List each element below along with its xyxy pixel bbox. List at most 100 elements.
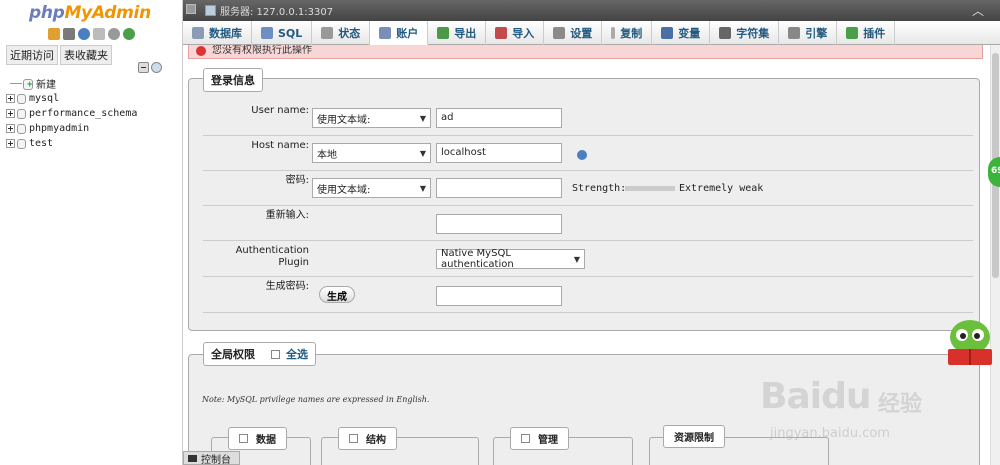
tree-item-test[interactable]: test [6,136,137,151]
tab-sql[interactable]: SQL [252,21,313,45]
authentication-plugin-label: Authentication Plugin [209,245,309,269]
collapse-nav-icon[interactable] [186,4,196,14]
auth-label-line-2: Plugin [278,257,309,268]
expand-icon[interactable] [6,109,15,118]
tab-label: 数据库 [209,27,242,40]
tab-export[interactable]: 导出 [428,21,487,45]
nav-icon-bar [48,28,135,40]
tab-label: 复制 [620,27,643,40]
user-name-type-select[interactable]: 使用文本域: ▼ [312,108,431,128]
retype-password-input[interactable] [436,214,562,234]
structure-privileges-checkbox[interactable] [349,434,358,443]
password-input[interactable] [436,178,562,198]
administration-privileges-checkbox[interactable] [521,434,530,443]
green-badge[interactable]: 69 [988,157,1000,187]
phpmyadmin-logo[interactable]: phpMyAdmin [29,3,151,23]
tab-user-accounts[interactable]: 账户 [370,21,429,45]
data-privileges-checkbox[interactable] [239,434,248,443]
select-all-label[interactable]: 全选 [286,346,308,362]
recent-tables-link[interactable]: 近期访问 [6,45,58,65]
tab-settings[interactable]: 设置 [544,21,603,45]
console-bar[interactable]: 控制台 [183,451,240,465]
select-value: 使用文本域: [317,114,371,126]
tab-import[interactable]: 导入 [486,21,545,45]
tree-item-performance-schema[interactable]: performance_schema [6,106,137,121]
tab-plugins[interactable]: 插件 [837,21,896,45]
database-icon [17,123,26,134]
console-label: 控制台 [201,454,231,465]
server-breadcrumb[interactable]: 服务器: 127.0.0.1:3307 [205,3,333,18]
nav-links: 近期访问 表收藏夹 [6,45,112,65]
import-icon [495,27,508,39]
chevron-up-icon[interactable]: ︿ [972,2,984,19]
tab-label: 变量 [678,27,701,40]
chevron-down-icon: ▼ [419,148,426,158]
tab-label: 导出 [454,27,477,40]
engine-icon [788,27,801,39]
tab-charsets[interactable]: 字符集 [710,21,780,45]
database-tree: 新建 mysql performance_schema phpmyadmin t… [6,76,137,151]
home-icon[interactable] [48,28,60,40]
group-label: 管理 [538,435,558,446]
strength-meter [625,186,675,191]
reload-icon[interactable] [123,28,135,40]
select-value: 使用文本域: [317,184,371,196]
variables-icon [661,27,674,39]
generate-password-row: 生成密码: 生成 [203,277,973,313]
tree-item-label: test [29,138,54,149]
host-name-type-select[interactable]: 本地 ▼ [312,143,431,163]
tab-variables[interactable]: 变量 [652,21,711,45]
password-row: 密码: 使用文本域: ▼ Strength: Extremely weak [203,171,973,206]
settings-icon[interactable] [108,28,120,40]
help-icon[interactable] [577,150,587,160]
tab-replication[interactable]: 复制 [602,21,653,45]
help-icon[interactable] [78,28,90,40]
main-menu-tabs: 数据库 SQL 状态 账户 导出 导入 设置 复制 变量 字符集 引擎 插件 [183,21,1000,45]
select-value: 本地 [317,149,337,161]
chevron-down-icon: ▼ [419,183,426,193]
user-name-row: User name: 使用文本域: ▼ ad [203,101,973,136]
tree-item-new[interactable]: 新建 [6,76,137,91]
password-type-select[interactable]: 使用文本域: ▼ [312,178,431,198]
plugin-icon [846,27,859,39]
tree-item-phpmyadmin[interactable]: phpmyadmin [6,121,137,136]
host-name-label: Host name: [251,140,309,151]
generate-password-button[interactable]: 生成 [319,286,355,303]
expand-icon[interactable] [6,124,15,133]
strength-label: Strength: [572,183,627,194]
generated-password-input[interactable] [436,286,562,306]
authentication-plugin-select[interactable]: Native MySQL authentication ▼ [436,248,585,270]
export-icon [437,27,450,39]
login-information-legend: 登录信息 [203,68,263,92]
tree-controls [138,62,162,73]
tab-databases[interactable]: 数据库 [183,21,252,45]
user-name-input[interactable]: ad [436,108,562,128]
tab-label: 导入 [512,27,535,40]
collapse-all-icon[interactable] [138,62,149,73]
docs-icon[interactable] [93,28,105,40]
logout-icon[interactable] [63,28,75,40]
logo-php: php [29,3,65,23]
tab-engines[interactable]: 引擎 [779,21,838,45]
link-with-main-icon[interactable] [151,62,162,73]
database-icon [17,93,26,104]
error-text: 您没有权限执行此操作 [212,45,312,56]
mascot-head [950,320,990,354]
expand-icon[interactable] [6,139,15,148]
favorite-tables-link[interactable]: 表收藏夹 [60,45,112,65]
global-privileges-title: 全局权限 [211,348,255,361]
tree-item-label: performance_schema [29,108,138,119]
retype-label: 重新输入: [265,210,309,221]
chevron-down-icon: ▼ [419,113,426,123]
password-label: 密码: [285,175,309,186]
mascot-icon[interactable] [940,313,1000,373]
page-scrollbar[interactable] [990,45,1000,465]
expand-icon[interactable] [6,94,15,103]
mascot-pupil-right [974,333,980,339]
tab-status[interactable]: 状态 [312,21,371,45]
tab-label: 账户 [396,26,419,40]
chevron-down-icon: ▼ [573,254,580,264]
tree-item-mysql[interactable]: mysql [6,91,137,106]
select-all-checkbox[interactable] [271,349,280,359]
host-name-input[interactable]: localhost [436,143,562,163]
